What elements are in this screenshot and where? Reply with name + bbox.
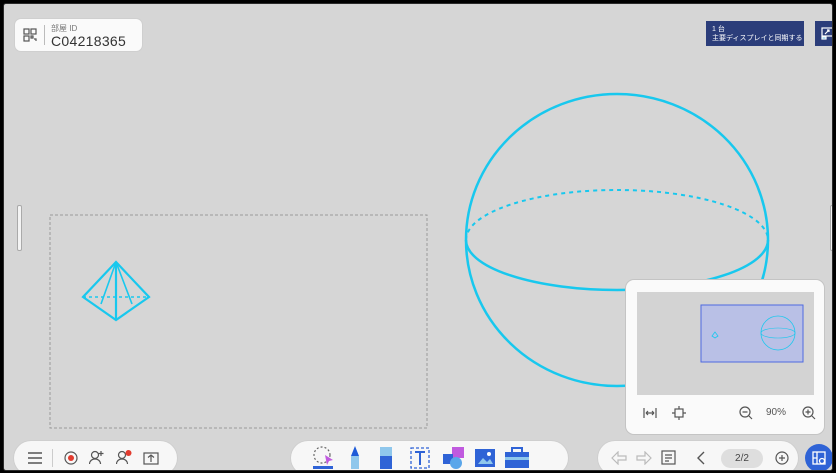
minimap-panel: 90% [626, 280, 824, 434]
image-insert-icon[interactable] [474, 446, 496, 470]
add-user-icon[interactable] [89, 450, 105, 465]
minimap-canvas[interactable] [637, 292, 814, 395]
shapes-icon[interactable] [441, 446, 465, 470]
page-list-icon[interactable] [661, 450, 676, 465]
map-icon [812, 451, 826, 465]
toolbox-icon[interactable] [504, 446, 530, 470]
zoom-level: 90% [766, 407, 787, 418]
page-indicator: 2/2 [721, 449, 763, 468]
share-icon[interactable] [143, 450, 159, 465]
drawing-toolbar [291, 441, 568, 470]
participants-icon[interactable] [116, 450, 132, 465]
zoom-out-icon[interactable] [739, 406, 753, 420]
fit-screen-icon[interactable] [672, 406, 686, 420]
previous-page-icon[interactable] [697, 451, 705, 465]
zoom-in-icon[interactable] [802, 406, 816, 420]
fit-width-icon[interactable] [643, 407, 657, 419]
eraser-icon[interactable] [379, 446, 393, 470]
divider [52, 449, 53, 467]
record-icon[interactable] [64, 451, 78, 465]
minimap-toggle-button[interactable] [805, 444, 832, 470]
minimap-viewport [700, 304, 804, 363]
undo-icon[interactable] [611, 451, 627, 465]
selection-frame [49, 214, 428, 429]
menu-icon[interactable] [28, 452, 42, 464]
pyramid-shape [81, 260, 151, 322]
whiteboard-canvas[interactable]: 部屋 ID C04218365 1 台 主要ディスプレイと同期する 90% 2/… [3, 3, 833, 471]
text-tool-icon[interactable] [409, 446, 431, 470]
lasso-select-icon[interactable] [311, 444, 335, 470]
add-page-icon[interactable] [775, 451, 789, 465]
pen-icon[interactable] [348, 445, 362, 470]
left-toolbar [14, 441, 177, 470]
page-toolbar: 2/2 [598, 441, 798, 470]
redo-icon[interactable] [636, 451, 652, 465]
